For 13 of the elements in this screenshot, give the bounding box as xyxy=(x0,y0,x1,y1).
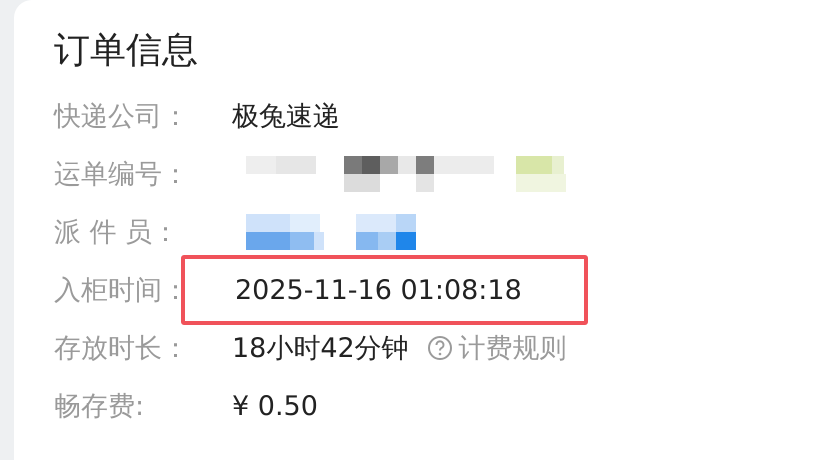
field-value: 18小时42分钟 xyxy=(232,332,409,366)
field-value: ¥ 0.50 xyxy=(232,390,318,422)
field-label: 存放时长： xyxy=(54,332,190,366)
billing-rules-link[interactable]: 计费规则 xyxy=(426,330,567,366)
field-label: 入柜时间： xyxy=(54,274,190,308)
card-title: 订单信息 xyxy=(54,29,199,73)
field-label: 派 件 员： xyxy=(54,216,180,250)
field-label: 快递公司： xyxy=(54,100,190,134)
help-icon xyxy=(426,335,453,361)
field-value: 2025-11-16 01:08:18 xyxy=(235,274,522,306)
field-label: 畅存费: xyxy=(54,390,146,424)
field-label: 运单编号： xyxy=(54,158,190,192)
field-value: 极兔速递 xyxy=(232,100,340,134)
